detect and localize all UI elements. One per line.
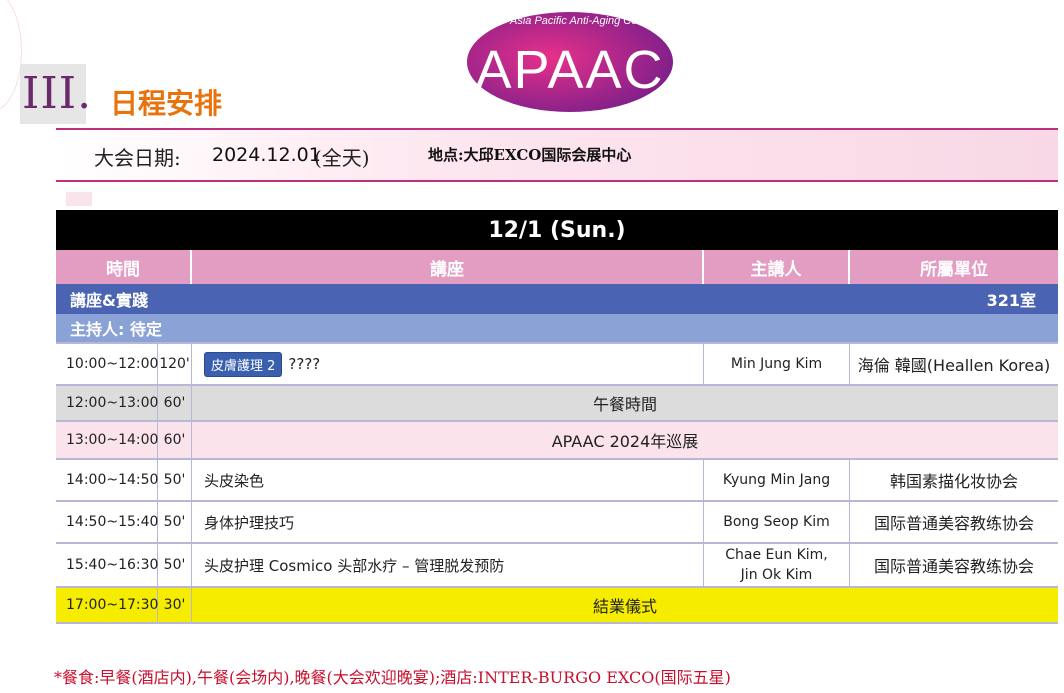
row-title: 头皮染色 — [192, 460, 704, 500]
row-affiliation: 海倫 韓國(Heallen Korea) — [857, 356, 1051, 375]
row-span-label: 午餐時間 — [592, 395, 657, 414]
decorative-chip — [66, 192, 92, 206]
col-time: 時間 — [56, 250, 192, 284]
category-tag: 皮膚護理 2 — [204, 351, 283, 377]
col-speaker: 主講人 — [704, 250, 850, 284]
date-note: (全天) — [314, 146, 370, 170]
footer-note: *餐食:早餐(酒店内),午餐(会场内),晚餐(大会欢迎晚宴);酒店:INTER-… — [54, 668, 731, 687]
date-value: 2024.12.01 — [212, 144, 321, 166]
row-time: 17:00~17:30 — [56, 588, 158, 622]
apaac-logo: Asia Pacific Anti-Aging Conference APAAC — [467, 12, 674, 112]
table-row: 14:00~14:50 50' 头皮染色 Kyung Min Jang 韩国素描… — [56, 460, 1058, 502]
row-speaker: Chae Eun Kim, Jin Ok Kim — [704, 544, 850, 586]
section-number: III. — [22, 68, 93, 119]
date-label: 大会日期: — [94, 146, 181, 170]
logo-top-text: Asia Pacific Anti-Aging Conference — [509, 15, 674, 27]
row-duration: 30' — [158, 588, 192, 622]
row-duration: 50' — [158, 544, 192, 586]
row-title: 身体护理技巧 — [192, 502, 704, 542]
row-span-label: APAAC 2024年巡展 — [551, 432, 699, 451]
corner-decoration — [0, 0, 22, 112]
speaker-line: Jin Ok Kim — [740, 567, 813, 583]
host-label: 主持人: 待定 — [70, 320, 162, 339]
event-info-band: 大会日期: 2024.12.01 (全天) 地点:大邱EXCO国际会展中心 — [56, 128, 1058, 182]
row-time: 12:00~13:00 — [56, 386, 158, 420]
schedule-table: 12/1 (Sun.) 時間 講座 主講人 所屬單位 講座&實踐 321室 主持… — [56, 210, 1058, 624]
row-affiliation: 国际普通美容教练协会 — [873, 514, 1034, 533]
section-title: 日程安排 — [110, 87, 223, 120]
day-header: 12/1 (Sun.) — [56, 210, 1058, 250]
row-time: 14:00~14:50 — [56, 460, 158, 500]
row-duration: 60' — [158, 422, 192, 458]
track-room: 321室 — [986, 291, 1036, 310]
venue: 地点:大邱EXCO国际会展中心 — [428, 146, 632, 164]
host-row: 主持人: 待定 — [56, 314, 1058, 344]
row-title: ???? — [288, 355, 321, 373]
column-header-row: 時間 講座 主講人 所屬單位 — [56, 250, 1058, 284]
row-title: 头皮护理 Cosmico 头部水疗 – 管理脱发预防 — [192, 544, 704, 586]
row-speaker: Kyung Min Jang — [704, 460, 850, 500]
row-time: 14:50~15:40 — [56, 502, 158, 542]
table-row: 14:50~15:40 50' 身体护理技巧 Bong Seop Kim 国际普… — [56, 502, 1058, 544]
row-time: 10:00~12:00 — [56, 344, 158, 384]
row-affiliation: 韩国素描化妆协会 — [889, 472, 1018, 491]
row-span-label: 結業儀式 — [592, 597, 657, 616]
table-row: 10:00~12:00 120' 皮膚護理 2 ???? Min Jung Ki… — [56, 344, 1058, 386]
track-name: 講座&實踐 — [70, 291, 148, 310]
row-duration: 120' — [158, 344, 192, 384]
speaker-line: Chae Eun Kim, — [725, 547, 828, 563]
col-affiliation: 所屬單位 — [920, 259, 988, 280]
row-time: 13:00~14:00 — [56, 422, 158, 458]
row-duration: 50' — [158, 460, 192, 500]
table-row-closing: 17:00~17:30 30' 結業儀式 — [56, 588, 1058, 624]
row-duration: 50' — [158, 502, 192, 542]
row-speaker: Bong Seop Kim — [704, 502, 850, 542]
row-time: 15:40~16:30 — [56, 544, 158, 586]
row-speaker: Min Jung Kim — [704, 344, 850, 384]
col-lecture: 講座 — [192, 250, 704, 284]
row-duration: 60' — [158, 386, 192, 420]
table-row: 15:40~16:30 50' 头皮护理 Cosmico 头部水疗 – 管理脱发… — [56, 544, 1058, 588]
table-row-lunch: 12:00~13:00 60' 午餐時間 — [56, 386, 1058, 422]
track-row: 講座&實踐 321室 — [56, 284, 1058, 314]
table-row-tour: 13:00~14:00 60' APAAC 2024年巡展 — [56, 422, 1058, 460]
row-title-cell: 皮膚護理 2 ???? — [192, 344, 704, 384]
logo-wordmark: APAAC — [475, 40, 664, 100]
row-affiliation: 国际普通美容教练协会 — [873, 557, 1034, 576]
